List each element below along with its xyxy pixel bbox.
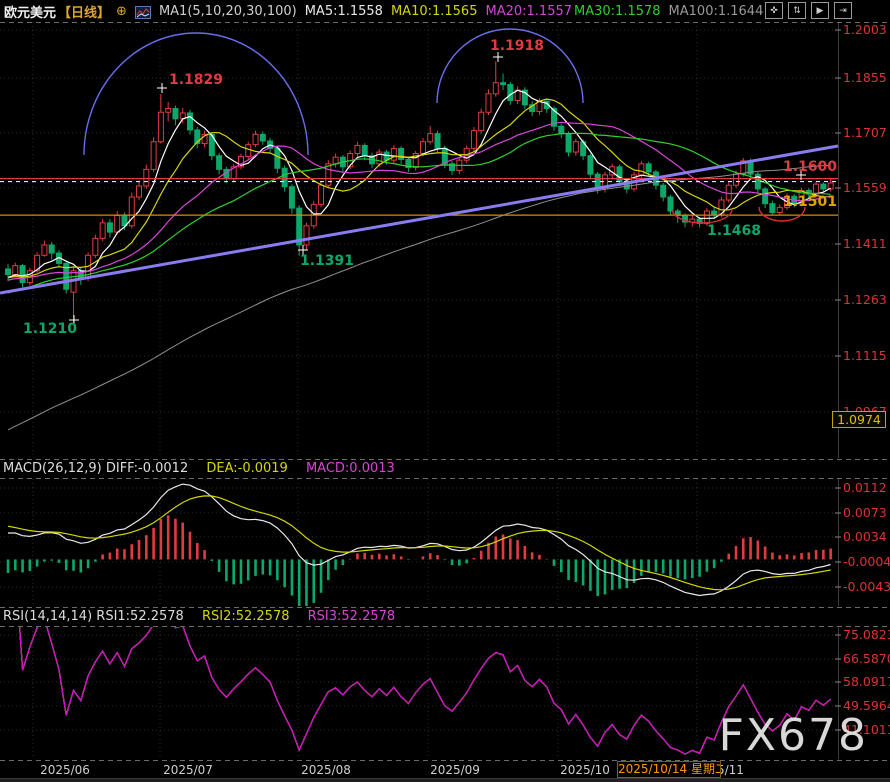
app-root: { "header": { "symbol": "欧元美元", "period"…: [0, 0, 890, 781]
kline-icon[interactable]: [135, 6, 151, 19]
ma10-value: MA10:1.1565: [391, 4, 478, 19]
axis-scale-icon[interactable]: ⇅: [788, 2, 806, 19]
rsi1-label: RSI(14,14,14) RSI1:52.2578: [3, 609, 184, 624]
bottom-scrollbar[interactable]: [0, 778, 890, 782]
macd-header: MACD(26,12,9) DIFF:-0.0012 DEA:-0.0019 M…: [3, 461, 395, 476]
rsi-header: RSI(14,14,14) RSI1:52.2578 RSI2:52.2578 …: [3, 609, 395, 624]
ma-params-label: MA1(5,10,20,30,100): [159, 4, 297, 19]
ma20-value: MA20:1.1557: [485, 4, 572, 19]
chart-toolbar: ✜ ⇅ ▶ ⇥: [765, 2, 852, 19]
x-axis-month-label: 2025/06: [40, 762, 90, 778]
x-axis-month-label: 2025/10: [560, 762, 610, 778]
x-axis-month-label: 2025/08: [301, 762, 351, 778]
ma100-value: MA100:1.1644: [669, 4, 764, 19]
add-indicator-icon[interactable]: ⊕: [116, 4, 127, 19]
watermark: FX678: [719, 710, 868, 761]
ma5-value: MA5:1.1558: [305, 4, 383, 19]
pan-tool-icon[interactable]: ✜: [765, 2, 783, 19]
playback-icon[interactable]: ▶: [811, 2, 829, 19]
macd-macd-value: MACD:0.0013: [306, 461, 395, 476]
crosshair-price-box: 1.0974: [832, 411, 886, 428]
crosshair-date-box: 2025/10/14 星期二: [617, 761, 721, 778]
x-axis-month-label: 2025/09: [430, 762, 480, 778]
macd-label: MACD(26,12,9) DIFF:-0.0012: [3, 461, 188, 476]
ma30-value: MA30:1.1578: [574, 4, 661, 19]
rsi3-value: RSI3:52.2578: [308, 609, 396, 624]
x-axis-month-label: 2025/07: [163, 762, 213, 778]
rsi2-value: RSI2:52.2578: [202, 609, 290, 624]
chart-canvas[interactable]: [0, 0, 890, 781]
period-label[interactable]: 【日线】: [58, 2, 110, 21]
macd-dea-value: DEA:-0.0019: [206, 461, 287, 476]
close-panel-icon[interactable]: ⇥: [834, 2, 852, 19]
symbol-title: 欧元美元: [4, 2, 56, 21]
chart-header: 欧元美元【日线】 ⊕ MA1(5,10,20,30,100) MA5:1.1558…: [0, 0, 890, 22]
